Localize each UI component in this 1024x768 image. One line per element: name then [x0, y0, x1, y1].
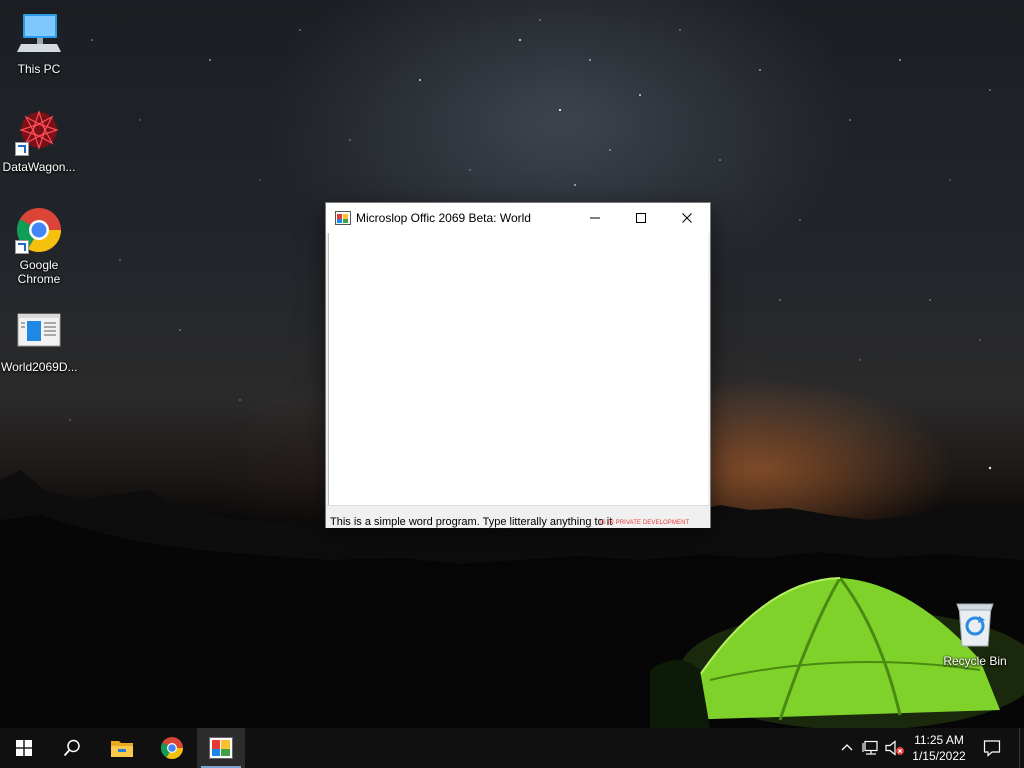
desktop-icon-recycle-bin[interactable]: Recycle Bin [937, 602, 1013, 668]
desktop-icon-label: World2069D... [1, 360, 78, 374]
world-app-icon [209, 737, 233, 759]
taskbar-file-explorer[interactable] [98, 728, 146, 768]
maximize-icon [636, 213, 646, 223]
desktop-icon-world2069[interactable]: World2069D... [1, 308, 77, 374]
network-status-button[interactable] [860, 728, 882, 768]
desktop-icon-google-chrome[interactable]: Google Chrome [1, 206, 77, 286]
show-hidden-icons-button[interactable] [838, 728, 856, 768]
minimize-button[interactable] [572, 203, 618, 233]
desktop-icon-label: This PC [17, 62, 61, 76]
taskbar-chrome[interactable] [148, 728, 196, 768]
shortcut-arrow-icon [15, 142, 29, 156]
notification-icon [983, 740, 1001, 757]
action-center-button[interactable] [976, 728, 1008, 768]
desktop-icon-label: Google Chrome [17, 258, 61, 286]
clock-date: 1/15/2022 [912, 749, 966, 763]
chrome-icon [161, 737, 183, 759]
start-icon [16, 740, 32, 756]
status-bar: This is a simple word program. Type litt… [326, 505, 710, 528]
document-app-icon [15, 308, 63, 356]
close-icon [682, 213, 692, 223]
desktop: This PC DataWagon... Google Chrome World… [0, 0, 1024, 728]
window-titlebar[interactable]: Microslop Offic 2069 Beta: World [326, 203, 710, 233]
search-icon [63, 739, 80, 757]
volume-muted-icon [885, 740, 904, 756]
close-button[interactable] [664, 203, 710, 233]
chrome-icon [15, 206, 63, 254]
volume-button[interactable] [884, 728, 906, 768]
show-desktop-button[interactable] [1019, 728, 1024, 768]
minimize-icon [590, 217, 600, 219]
document-text-area[interactable] [328, 233, 708, 505]
desktop-icon-label: Recycle Bin [943, 654, 1007, 668]
start-button[interactable] [0, 728, 48, 768]
recycle-bin-icon [951, 602, 999, 650]
chevron-up-icon [841, 744, 853, 751]
word-app-window: Microslop Offic 2069 Beta: World This is… [325, 202, 711, 528]
network-icon [862, 740, 878, 755]
clock-time: 11:25 AM [914, 733, 964, 747]
datawagon-icon [15, 108, 63, 156]
window-title: Microslop Offic 2069 Beta: World [356, 211, 531, 225]
desktop-icon-this-pc[interactable]: This PC [1, 10, 77, 76]
taskbar: 11:25 AM 1/15/2022 [0, 728, 1024, 768]
world-app-icon [335, 210, 351, 226]
status-text: This is a simple word program. Type litt… [330, 516, 613, 528]
computer-icon [15, 10, 63, 58]
taskbar-world-app[interactable] [197, 728, 245, 768]
shortcut-arrow-icon [15, 240, 29, 254]
taskbar-clock[interactable]: 11:25 AM 1/15/2022 [906, 732, 972, 764]
desktop-icon-label: DataWagon... [2, 160, 76, 174]
search-button[interactable] [48, 728, 96, 768]
maximize-button[interactable] [618, 203, 664, 233]
desktop-icon-datawagon[interactable]: DataWagon... [1, 108, 77, 174]
development-notice: IS IN PRIVATE DEVELOPMENT [600, 520, 690, 526]
file-explorer-icon [111, 741, 133, 757]
